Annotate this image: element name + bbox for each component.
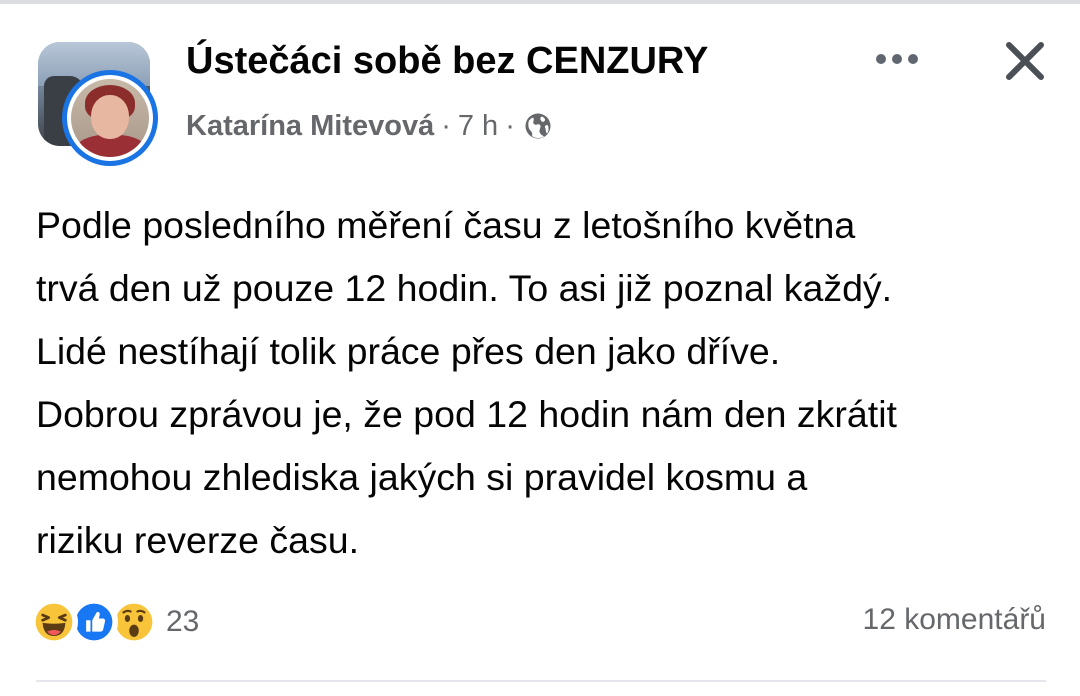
haha-icon xyxy=(30,598,78,646)
close-icon[interactable] xyxy=(1000,36,1050,86)
more-options-icon[interactable] xyxy=(872,46,922,72)
comments-count-link[interactable]: 12 komentářů xyxy=(863,603,1046,637)
post-body-line: Lidé nestíhají tolik práce přes den jako… xyxy=(36,330,781,372)
post-body-line: Podle posledního měření času z letošního… xyxy=(36,204,856,246)
post-time-link[interactable]: 7 h xyxy=(458,110,498,143)
facebook-post: Ústečáci sobě bez CENZURY Katarína Mitev… xyxy=(0,0,1080,696)
reactions-summary[interactable]: 23 xyxy=(30,596,199,648)
post-body-line: riziku reverze času. xyxy=(36,519,360,561)
meta-separator: · xyxy=(441,109,451,142)
author-name-link[interactable]: Katarína Mitevová xyxy=(186,110,434,143)
post-body-line: trvá den už pouze 12 hodin. To asi již p… xyxy=(36,267,893,309)
globe-icon[interactable] xyxy=(524,112,552,140)
post-footer: 23 12 komentářů xyxy=(0,596,1080,652)
group-name-link[interactable]: Ústečáci sobě bez CENZURY xyxy=(186,40,708,83)
post-meta: Katarína Mitevová · 7 h · xyxy=(186,106,552,146)
meta-separator: · xyxy=(505,109,515,142)
reaction-count[interactable]: 23 xyxy=(166,605,199,639)
footer-divider xyxy=(36,680,1046,682)
group-avatar[interactable] xyxy=(38,42,160,166)
author-avatar[interactable] xyxy=(62,70,158,166)
post-body-line: Dobrou zprávou je, že pod 12 hodin nám d… xyxy=(36,393,897,435)
author-photo xyxy=(71,79,149,157)
post-body-line: nemohou zhlediska jakých si pravidel kos… xyxy=(36,456,808,498)
post-body: Podle posledního měření času z letošního… xyxy=(36,194,1056,572)
